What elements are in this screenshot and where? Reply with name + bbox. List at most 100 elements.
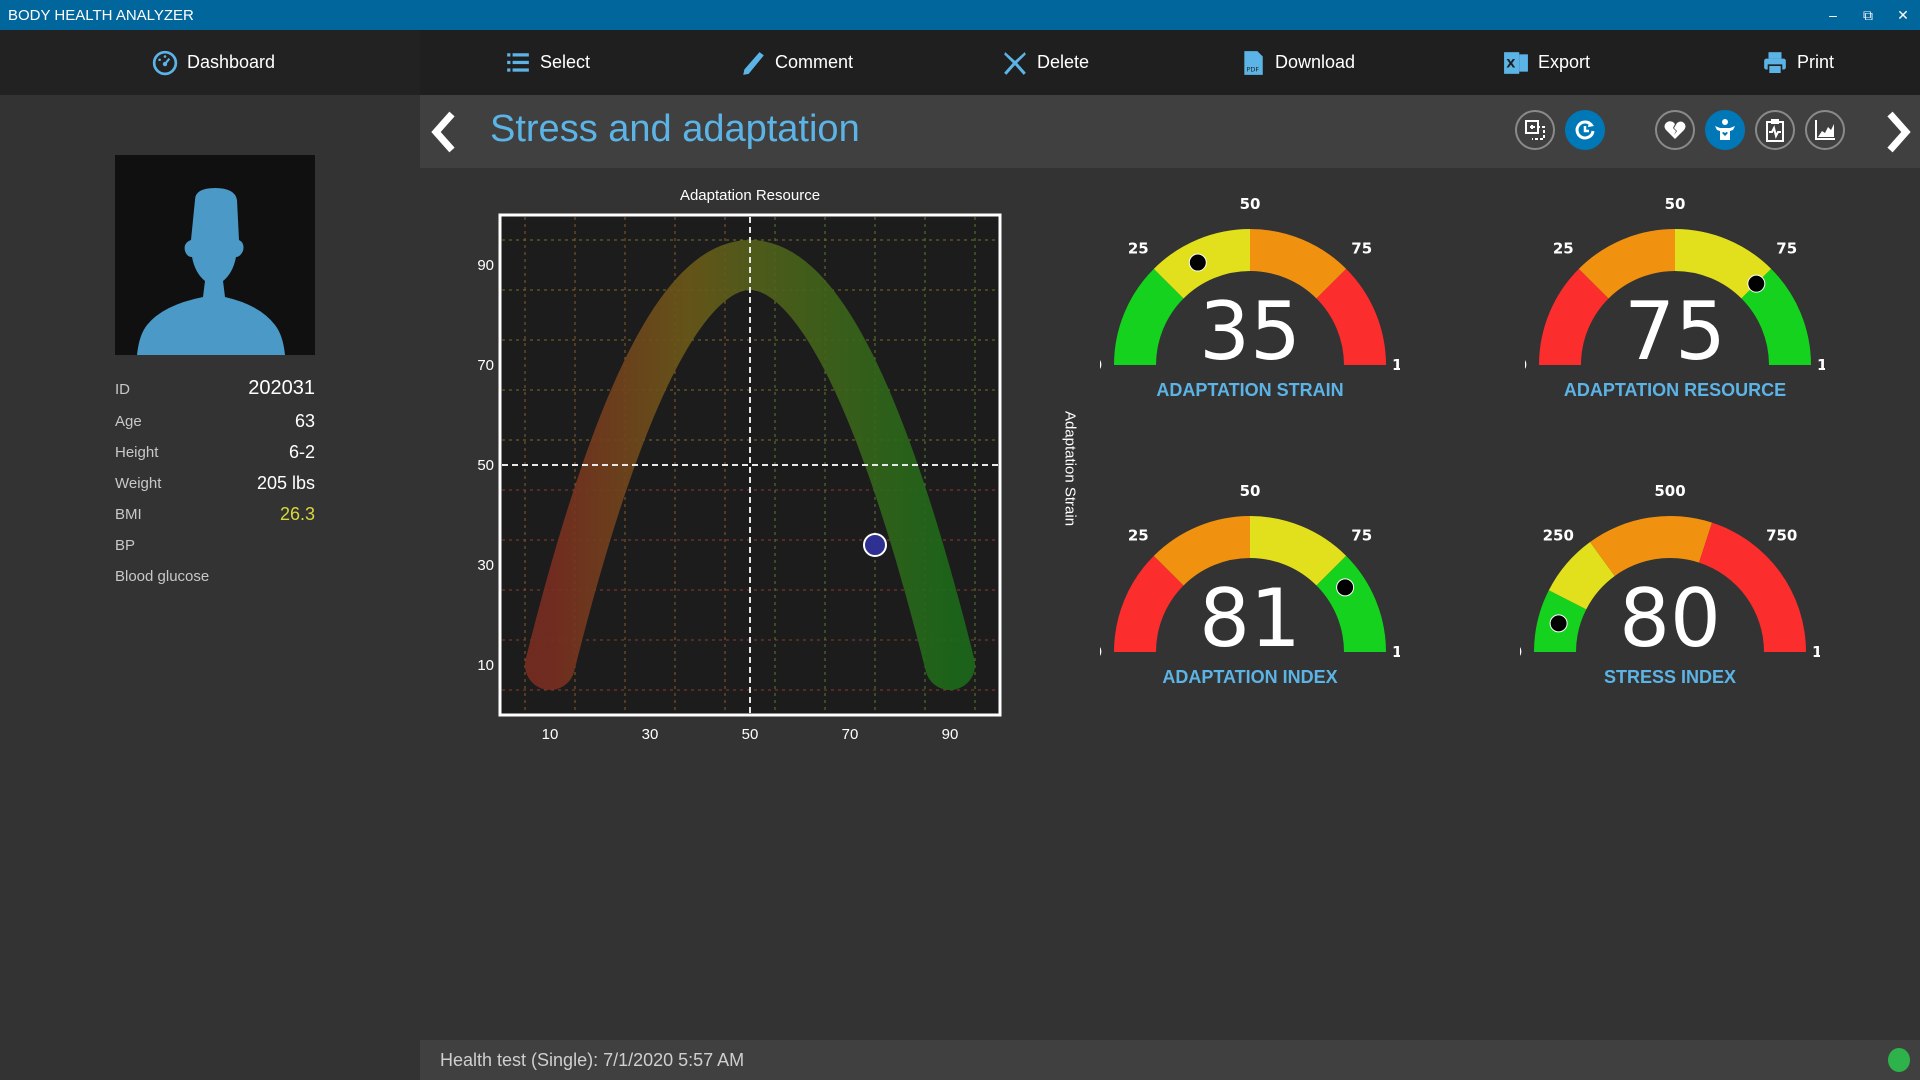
x-tick-label: 90 xyxy=(942,726,959,743)
comment-label: Comment xyxy=(775,52,854,72)
patient-glucose-label: Blood glucose xyxy=(115,568,210,585)
clipboard-button[interactable] xyxy=(1755,110,1795,150)
y-tick-label: 10 xyxy=(477,657,494,674)
delete-button[interactable]: Delete xyxy=(1002,30,1089,95)
export-label: Export xyxy=(1538,52,1591,72)
y-tick-label: 70 xyxy=(477,357,494,374)
patient-height-label: Height xyxy=(115,444,159,461)
gauge-segment xyxy=(1590,516,1713,576)
patient-height-value: 6-2 xyxy=(288,442,315,462)
page-title: Stress and adaptation xyxy=(490,108,860,150)
pdf-icon: PDF xyxy=(1244,50,1263,75)
gauge-adaptation-strain-value: 35 xyxy=(1199,285,1301,378)
next-page-button[interactable] xyxy=(1878,110,1914,154)
svg-text:X: X xyxy=(1506,56,1515,70)
dashboard-button[interactable]: Dashboard xyxy=(152,30,275,95)
export-button[interactable]: X Export xyxy=(1503,30,1590,95)
gauge-tick-label: 50 xyxy=(1240,195,1261,213)
patient-bmi-value: 26.3 xyxy=(279,504,315,524)
person-heart-icon xyxy=(1715,119,1735,140)
gauge-tick-label: 250 xyxy=(1543,526,1574,544)
history-button[interactable] xyxy=(1565,110,1605,150)
compare-button[interactable] xyxy=(1515,110,1555,150)
app-title: BODY HEALTH ANALYZER xyxy=(8,7,194,24)
gauge-tick-label: 25 xyxy=(1553,239,1574,257)
patient-bp-row: BP xyxy=(115,530,315,556)
dashboard-label: Dashboard xyxy=(187,52,276,72)
status-text: Health test (Single): 7/1/2020 5:57 AM xyxy=(440,1050,745,1070)
broken-heart-icon xyxy=(1664,121,1686,139)
gauge-tick-label: 750 xyxy=(1766,526,1797,544)
area-chart-icon xyxy=(1815,120,1835,140)
gauge-tick-label: 50 xyxy=(1240,482,1261,500)
gauge-adaptation-resource-value: 75 xyxy=(1624,285,1726,378)
thumbs-up-icon xyxy=(1888,1048,1910,1072)
excel-icon: X xyxy=(1504,51,1528,74)
gauge-stress-index-label: STRESS INDEX xyxy=(1603,667,1737,687)
pencil-icon xyxy=(743,51,764,75)
patient-id-row: ID 202031 xyxy=(115,374,315,400)
x-tick-label: 30 xyxy=(642,726,659,743)
patient-id-label: ID xyxy=(115,381,130,398)
comment-button[interactable]: Comment xyxy=(740,30,853,95)
patient-weight-row: Weight 205 lbs xyxy=(115,468,315,494)
gauge-tick-label: 50 xyxy=(1665,195,1686,213)
gauge-tick-label: 75 xyxy=(1351,526,1372,544)
patient-id-value: 202031 xyxy=(248,377,315,399)
patient-glucose-row: Blood glucose xyxy=(115,561,315,587)
minimize-button[interactable]: – xyxy=(1818,4,1848,26)
chart-title: Adaptation Resource xyxy=(679,187,821,204)
heart-button[interactable] xyxy=(1655,110,1695,150)
restore-button[interactable]: ⧉ xyxy=(1853,4,1883,26)
gauge-adaptation-strain-label: ADAPTATION STRAIN xyxy=(1156,380,1344,400)
patient-bmi-row: BMI 26.3 xyxy=(115,499,315,525)
gauge-stress-index-value: 80 xyxy=(1619,572,1721,665)
wellbeing-button[interactable] xyxy=(1705,110,1745,150)
gauge-tick-label: 25 xyxy=(1128,239,1149,257)
x-tick-label: 70 xyxy=(842,726,859,743)
adaptation-chart: 10 30 50 70 90 10 30 50 70 90 xyxy=(477,213,1002,743)
download-label: Download xyxy=(1275,52,1356,72)
chart-button[interactable] xyxy=(1805,110,1845,150)
gauge-icon xyxy=(152,50,178,75)
select-button[interactable]: Select xyxy=(505,30,590,95)
x-tick-label: 10 xyxy=(542,726,559,743)
gauge-tick-label: 500 xyxy=(1654,482,1685,500)
person-silhouette-icon xyxy=(137,188,285,355)
patient-bp-label: BP xyxy=(115,537,136,554)
svg-text:PDF: PDF xyxy=(1247,65,1260,73)
patient-weight-value: 205 lbs xyxy=(256,473,315,493)
history-icon xyxy=(1575,120,1595,140)
gauge-adaptation-index-value: 81 xyxy=(1199,572,1301,665)
compare-icon xyxy=(1525,120,1545,140)
x-tick-label: 50 xyxy=(742,726,759,743)
x-icon xyxy=(1004,51,1026,75)
printer-icon xyxy=(1764,51,1786,75)
gauge-stress-index: 02505007501000 80 STRESS INDEX xyxy=(1520,472,1820,732)
data-point[interactable] xyxy=(863,533,887,557)
gauge-adaptation-strain: 0255075100 35 ADAPTATION STRAIN xyxy=(1100,185,1400,445)
avatar xyxy=(115,155,315,355)
title-bar xyxy=(0,0,1920,30)
y-tick-label: 90 xyxy=(477,257,494,274)
patient-age-value: 63 xyxy=(294,411,315,431)
delete-label: Delete xyxy=(1037,52,1090,72)
patient-height-row: Height 6-2 xyxy=(115,437,315,463)
patient-weight-label: Weight xyxy=(115,475,162,492)
chart-y-axis-label: Adaptation Strain xyxy=(1061,410,1079,527)
close-button[interactable]: ✕ xyxy=(1888,4,1918,26)
gauge-marker xyxy=(1188,253,1207,272)
download-button[interactable]: PDF Download xyxy=(1240,30,1355,95)
y-tick-label: 50 xyxy=(477,457,494,474)
previous-page-button[interactable] xyxy=(428,110,464,154)
gauge-tick-label: 25 xyxy=(1128,526,1149,544)
gauge-adaptation-resource-label: ADAPTATION RESOURCE xyxy=(1563,380,1787,400)
list-icon xyxy=(507,52,529,72)
gauge-adaptation-index: 0255075100 81 ADAPTATION INDEX xyxy=(1100,472,1400,732)
y-tick-label: 30 xyxy=(477,557,494,574)
print-button[interactable]: Print xyxy=(1762,30,1834,95)
print-label: Print xyxy=(1797,52,1835,72)
select-label: Select xyxy=(540,52,591,72)
gauge-adaptation-resource: 0255075100 75 ADAPTATION RESOURCE xyxy=(1525,185,1825,445)
clipboard-pulse-icon xyxy=(1766,119,1784,142)
